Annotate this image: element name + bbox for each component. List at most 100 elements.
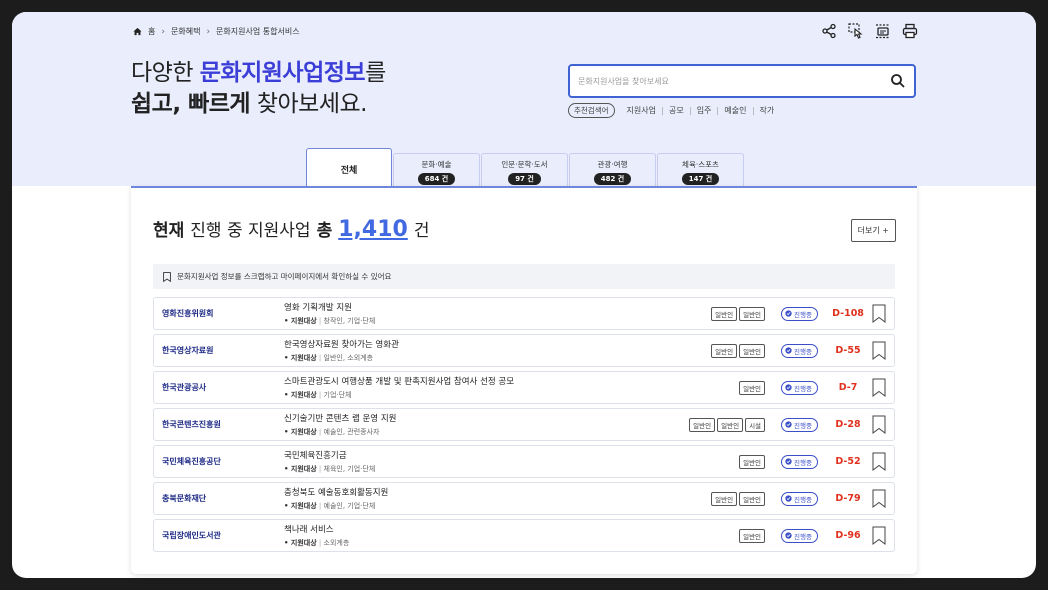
headline-line1: 다양한 문화지원사업정보를 bbox=[131, 58, 386, 89]
bookmark-icon[interactable] bbox=[872, 415, 886, 434]
d-day-counter: D-79 bbox=[835, 493, 861, 504]
org-name[interactable]: 국립장애인도서관 bbox=[154, 530, 284, 541]
chevron-right-icon: › bbox=[161, 26, 165, 37]
program-target: • 지원대상 | 일반인, 소외계층 bbox=[284, 354, 374, 362]
summary-prefix-bold: 현재 bbox=[153, 221, 185, 241]
bookmark-icon[interactable] bbox=[872, 304, 886, 323]
program-title[interactable]: 책나래 서비스 bbox=[284, 523, 739, 535]
tab-all[interactable]: 전체 bbox=[306, 148, 392, 187]
share-icon[interactable] bbox=[820, 22, 837, 39]
tab-tourism[interactable]: 관광·여행 482 건 bbox=[569, 153, 656, 187]
breadcrumb: 홈 › 문화혜택 › 문화지원사업 통합서비스 bbox=[133, 26, 300, 37]
program-row[interactable]: 한국관광공사 스마트관광도시 여행상품 개발 및 판촉지원사업 참여사 선정 공… bbox=[153, 371, 895, 404]
tag-group: 일반인 일반인 bbox=[711, 306, 766, 321]
program-row[interactable]: 국립장애인도서관 책나래 서비스 • 지원대상 | 소외계층 일반인 진행중 D… bbox=[153, 519, 895, 552]
tag-group: 일반인 bbox=[739, 454, 766, 469]
keyword-item[interactable]: 작가 bbox=[754, 106, 781, 115]
target-value: 기업·단체 bbox=[323, 391, 352, 399]
program-title[interactable]: 충청북도 예술동호회활동지원 bbox=[284, 486, 711, 498]
target-value: 체육인, 기업·단체 bbox=[323, 465, 376, 473]
target-tag: 시설 bbox=[745, 417, 766, 432]
org-name[interactable]: 국민체육진흥공단 bbox=[154, 456, 284, 467]
recommended-label: 추천검색어 bbox=[568, 103, 615, 118]
target-tag: 일반인 bbox=[689, 417, 716, 432]
search-box bbox=[568, 64, 916, 98]
program-title[interactable]: 영화 기획개발 지원 bbox=[284, 301, 711, 313]
target-tag: 일반인 bbox=[711, 491, 738, 506]
program-target: • 지원대상 | 소외계층 bbox=[284, 539, 350, 547]
headline-bold: 쉽고, 빠르게 bbox=[131, 91, 251, 117]
keyword-item[interactable]: 예술인 bbox=[718, 106, 754, 115]
bookmark-icon bbox=[163, 271, 171, 282]
tag-group: 일반인 bbox=[739, 380, 766, 395]
status-badge: 진행중 bbox=[781, 343, 818, 358]
tab-label: 체육·스포츠 bbox=[682, 160, 719, 169]
target-tag: 일반인 bbox=[739, 491, 766, 506]
program-title[interactable]: 한국영상자료원 찾아가는 영화관 bbox=[284, 338, 711, 350]
org-name[interactable]: 충북문화재단 bbox=[154, 493, 284, 504]
org-name[interactable]: 한국영상자료원 bbox=[154, 345, 284, 356]
program-row[interactable]: 충북문화재단 충청북도 예술동호회활동지원 • 지원대상 | 예술인, 기업·단… bbox=[153, 482, 895, 515]
touch-icon[interactable] bbox=[847, 22, 864, 39]
summary-unit: 건 bbox=[413, 221, 430, 241]
program-row[interactable]: 한국영상자료원 한국영상자료원 찾아가는 영화관 • 지원대상 | 일반인, 소… bbox=[153, 334, 895, 367]
scrap-icon[interactable] bbox=[874, 22, 891, 39]
target-value: 소외계층 bbox=[323, 539, 350, 547]
breadcrumb-benefits[interactable]: 문화혜택 bbox=[171, 26, 200, 37]
d-day-counter: D-52 bbox=[835, 456, 861, 467]
headline-suffix: 를 bbox=[365, 60, 386, 86]
bookmark-icon[interactable] bbox=[872, 452, 886, 471]
program-row[interactable]: 국민체육진흥공단 국민체육진흥기금 • 지원대상 | 체육인, 기업·단체 일반… bbox=[153, 445, 895, 478]
status-label: 진행중 bbox=[794, 421, 812, 430]
tag-group: 일반인 일반인 bbox=[711, 491, 766, 506]
keyword-item[interactable]: 지원사업 bbox=[621, 106, 663, 115]
program-title[interactable]: 신기술기반 콘텐츠 랩 운영 지원 bbox=[284, 412, 689, 424]
program-row[interactable]: 한국콘텐츠진흥원 신기술기반 콘텐츠 랩 운영 지원 • 지원대상 | 예술인,… bbox=[153, 408, 895, 441]
target-label: • 지원대상 bbox=[284, 502, 317, 510]
target-tag: 일반인 bbox=[739, 380, 766, 395]
breadcrumb-home[interactable]: 홈 bbox=[148, 26, 155, 37]
tab-humanities[interactable]: 인문·문학·도서 97 건 bbox=[481, 153, 568, 187]
tab-culture-art[interactable]: 문화·예술 684 건 bbox=[393, 153, 480, 187]
bookmark-icon[interactable] bbox=[872, 489, 886, 508]
print-icon[interactable] bbox=[901, 22, 918, 39]
org-name[interactable]: 한국관광공사 bbox=[154, 382, 284, 393]
program-target: • 지원대상 | 예술인, 관련종사자 bbox=[284, 428, 380, 436]
check-circle-icon bbox=[785, 384, 792, 391]
program-list: 영화진흥위원회 영화 기획개발 지원 • 지원대상 | 창작인, 기업·단체 일… bbox=[153, 297, 895, 556]
bookmark-icon[interactable] bbox=[872, 378, 886, 397]
org-name[interactable]: 영화진흥위원회 bbox=[154, 308, 284, 319]
status-badge: 진행중 bbox=[781, 454, 818, 469]
check-circle-icon bbox=[785, 532, 792, 539]
program-target: • 지원대상 | 창작인, 기업·단체 bbox=[284, 317, 376, 325]
tag-group: 일반인 일반인 bbox=[711, 343, 766, 358]
bookmark-icon[interactable] bbox=[872, 341, 886, 360]
target-value: 예술인, 기업·단체 bbox=[323, 502, 376, 510]
program-row[interactable]: 영화진흥위원회 영화 기획개발 지원 • 지원대상 | 창작인, 기업·단체 일… bbox=[153, 297, 895, 330]
status-label: 진행중 bbox=[794, 310, 812, 319]
search-icon[interactable] bbox=[890, 73, 906, 89]
headline-highlight: 문화지원사업정보 bbox=[199, 60, 366, 86]
app-frame: 홈 › 문화혜택 › 문화지원사업 통합서비스 다양한 문화지원사업정보를 쉽고… bbox=[12, 12, 1036, 578]
program-title[interactable]: 스마트관광도시 여행상품 개발 및 판촉지원사업 참여사 선정 공모 bbox=[284, 375, 739, 387]
tab-label: 문화·예술 bbox=[421, 160, 452, 169]
home-icon[interactable] bbox=[133, 27, 142, 36]
tab-sports[interactable]: 체육·스포츠 147 건 bbox=[657, 153, 744, 187]
program-title[interactable]: 국민체육진흥기금 bbox=[284, 449, 739, 461]
program-info: 충청북도 예술동호회활동지원 • 지원대상 | 예술인, 기업·단체 bbox=[284, 486, 711, 511]
d-day-counter: D-96 bbox=[835, 530, 861, 541]
program-target: • 지원대상 | 예술인, 기업·단체 bbox=[284, 502, 376, 510]
total-summary: 현재 진행 중 지원사업 총 1,410 건 bbox=[153, 216, 429, 242]
status-label: 진행중 bbox=[794, 495, 812, 504]
program-target: • 지원대상 | 기업·단체 bbox=[284, 391, 352, 399]
search-input[interactable] bbox=[578, 66, 878, 96]
program-info: 책나래 서비스 • 지원대상 | 소외계층 bbox=[284, 523, 739, 548]
breadcrumb-current: 문화지원사업 통합서비스 bbox=[216, 27, 300, 36]
more-button[interactable]: 더보기 + bbox=[850, 219, 896, 242]
keyword-item[interactable]: 공모 bbox=[663, 106, 691, 115]
org-name[interactable]: 한국콘텐츠진흥원 bbox=[154, 419, 284, 430]
tab-count-badge: 482 건 bbox=[593, 173, 632, 185]
keyword-item[interactable]: 입주 bbox=[691, 106, 719, 115]
chevron-right-icon: › bbox=[206, 26, 211, 37]
bookmark-icon[interactable] bbox=[872, 526, 886, 545]
